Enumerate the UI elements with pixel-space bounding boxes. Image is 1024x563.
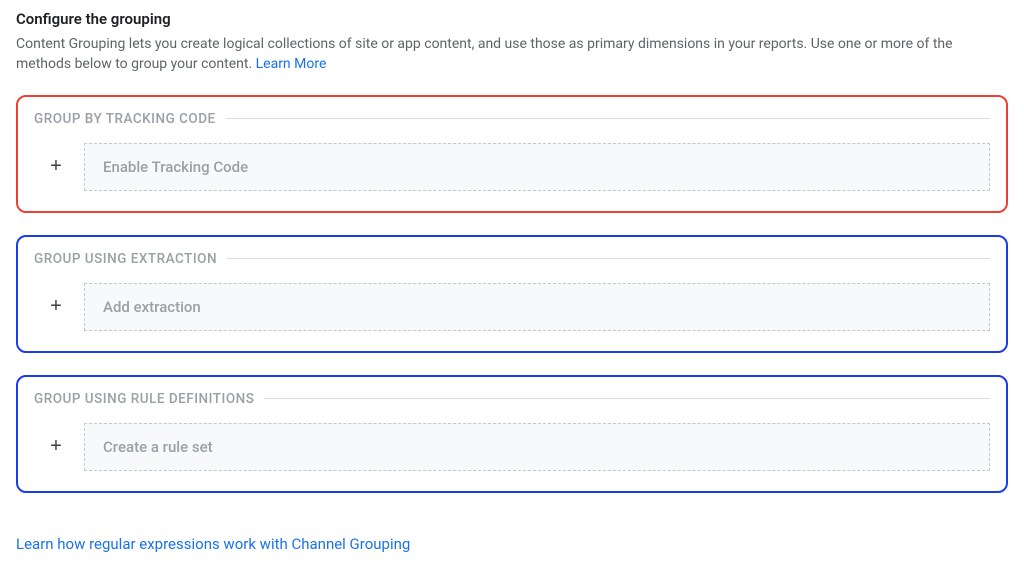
add-rule-set-button[interactable]: + <box>42 433 70 461</box>
page-title: Configure the grouping <box>16 10 1008 28</box>
plus-icon: + <box>50 295 62 318</box>
group-header: GROUP BY TRACKING CODE <box>34 111 990 127</box>
create-rule-set-box[interactable]: Create a rule set <box>84 423 990 471</box>
regex-help-link[interactable]: Learn how regular expressions work with … <box>16 535 410 553</box>
learn-more-link[interactable]: Learn More <box>256 56 327 72</box>
group-tracking-code: GROUP BY TRACKING CODE + Enable Tracking… <box>16 95 1008 213</box>
group-header-label: GROUP USING EXTRACTION <box>34 251 227 267</box>
plus-icon: + <box>50 435 62 458</box>
group-row: + Add extraction <box>34 283 990 331</box>
group-rule-definitions: GROUP USING RULE DEFINITIONS + Create a … <box>16 375 1008 493</box>
group-header: GROUP USING RULE DEFINITIONS <box>34 391 990 407</box>
group-row: + Enable Tracking Code <box>34 143 990 191</box>
description-text: Content Grouping lets you create logical… <box>16 36 953 72</box>
group-extraction: GROUP USING EXTRACTION + Add extraction <box>16 235 1008 353</box>
add-extraction-box[interactable]: Add extraction <box>84 283 990 331</box>
add-extraction-button[interactable]: + <box>42 293 70 321</box>
divider-line <box>226 118 990 119</box>
enable-tracking-code-button[interactable]: Enable Tracking Code <box>84 143 990 191</box>
group-header: GROUP USING EXTRACTION <box>34 251 990 267</box>
group-header-label: GROUP USING RULE DEFINITIONS <box>34 391 264 407</box>
description: Content Grouping lets you create logical… <box>16 34 1008 75</box>
divider-line <box>227 258 990 259</box>
plus-icon: + <box>50 155 62 178</box>
group-header-label: GROUP BY TRACKING CODE <box>34 111 226 127</box>
group-row: + Create a rule set <box>34 423 990 471</box>
add-tracking-code-button[interactable]: + <box>42 153 70 181</box>
divider-line <box>264 398 990 399</box>
